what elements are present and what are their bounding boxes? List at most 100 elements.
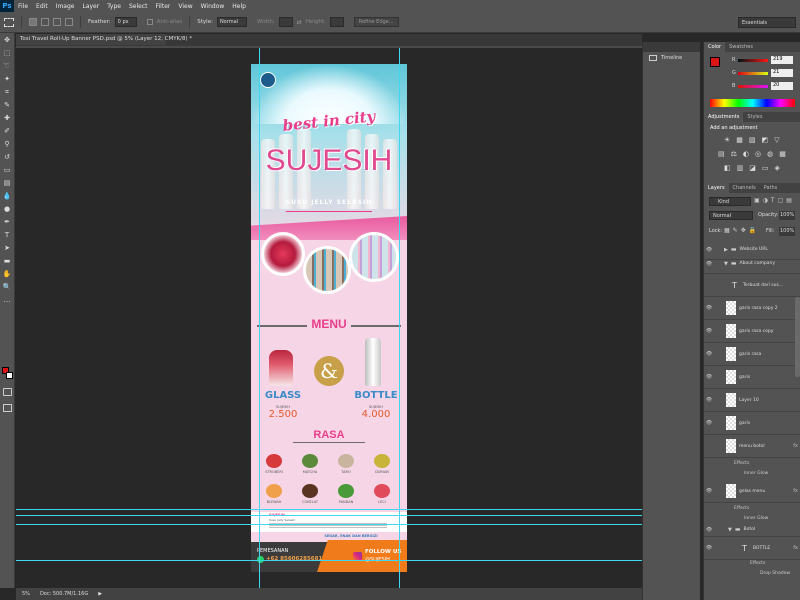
lock-position-icon[interactable]: ✥ [741,227,746,234]
layer-name[interactable]: garis rasa copy 2 [739,306,778,311]
fill-input[interactable]: 100% [779,227,795,236]
pen-tool-icon[interactable]: ✒ [1,216,14,228]
crop-tool-icon[interactable]: ⌗ [1,86,14,98]
channel-mixer-icon[interactable]: ◍ [767,150,773,158]
effect-row[interactable]: Inner Glow [744,513,768,523]
zoom-tool-icon[interactable]: 🔍 [1,281,14,293]
magic-wand-icon[interactable]: ✦ [1,73,14,85]
layer-row[interactable]: 👁 garis rasa copy 2 [704,297,800,320]
lock-transparent-icon[interactable]: ▦ [724,227,730,234]
filter-adjust-icon[interactable]: ◑ [763,197,768,204]
g-value[interactable]: 21 [771,69,793,77]
dodge-tool-icon[interactable]: ● [1,203,14,215]
color-spectrum[interactable] [710,99,795,107]
eraser-icon[interactable]: ▭ [1,164,14,176]
brush-tool-icon[interactable]: ✐ [1,125,14,137]
layer-row[interactable]: 👁 gelas menu fx [704,480,800,503]
type-tool-icon[interactable]: T [1,229,14,241]
menu-help[interactable]: Help [228,3,250,10]
color-fg-swatch[interactable] [710,57,720,67]
canvas-area[interactable]: best in city SUJESIH SUSU JELLY SELASIH … [16,48,642,588]
blend-mode-select[interactable]: Normal [709,211,753,220]
guide-horizontal[interactable] [16,524,642,525]
clone-stamp-icon[interactable]: ⚲ [1,138,14,150]
document-tab[interactable]: Tosi Travel Roll-Up Banner PSD.psd @ 5% … [16,34,192,45]
tab-channels[interactable]: Channels [729,183,760,193]
effects-row[interactable]: Effects [734,458,749,468]
r-slider[interactable] [738,59,768,62]
new-selection-icon[interactable] [29,18,37,26]
fx-icon[interactable]: fx [793,488,798,494]
layer-name[interactable]: Botol [744,527,756,532]
lock-image-icon[interactable]: ✎ [733,227,738,234]
tab-layers[interactable]: Layers [704,183,729,193]
eye-icon[interactable]: 👁 [704,247,714,253]
b-value[interactable]: 20 [771,82,793,90]
filter-pixel-icon[interactable]: ▣ [754,197,760,204]
menu-image[interactable]: Image [52,3,79,10]
brightness-icon[interactable]: ☀ [724,136,730,144]
healing-brush-icon[interactable]: ✚ [1,112,14,124]
menu-view[interactable]: View [174,3,196,10]
photo-filter-icon[interactable]: ◎ [755,150,761,158]
lasso-tool-icon[interactable]: ➰ [1,60,14,72]
shape-tool-icon[interactable]: ▬ [1,255,14,267]
background-color-swatch[interactable] [6,372,13,379]
eye-icon[interactable]: 👁 [704,527,714,533]
lock-all-icon[interactable]: 🔒 [749,227,756,234]
zoom-level[interactable]: 5% [22,591,30,597]
eye-icon[interactable]: 👁 [704,305,714,311]
layer-name[interactable]: Website URL [740,247,768,252]
layer-name[interactable]: garis [739,421,750,426]
filter-shape-icon[interactable]: ▢ [778,197,784,204]
g-slider[interactable] [738,72,768,75]
filter-smart-icon[interactable]: ▤ [786,197,792,204]
eyedropper-icon[interactable]: ✎ [1,99,14,111]
width-input[interactable] [278,17,293,27]
layer-row[interactable]: 👁 ▼ ▬ Botol [704,523,800,537]
effect-row[interactable]: Inner Glow [744,468,768,478]
intersect-selection-icon[interactable] [65,18,73,26]
layer-row[interactable]: menu botol fx [704,435,800,458]
layer-row[interactable]: 👁 garis [704,366,800,389]
posterize-icon[interactable]: ▥ [737,164,744,172]
eye-icon[interactable]: 👁 [704,488,714,494]
feather-input[interactable]: 0 px [114,17,137,27]
menu-edit[interactable]: Edit [32,3,52,10]
height-input[interactable] [329,17,344,27]
eye-icon[interactable]: 👁 [704,328,714,334]
guide-horizontal[interactable] [16,509,642,510]
gradient-icon[interactable]: ▤ [1,177,14,189]
guide-horizontal[interactable] [16,560,642,561]
menu-layer[interactable]: Layer [78,3,103,10]
fx-icon[interactable]: fx [793,545,798,551]
banner-artboard[interactable]: best in city SUJESIH SUSU JELLY SELASIH … [251,64,407,572]
b-slider[interactable] [738,85,768,88]
marquee-tool-icon[interactable] [4,17,14,27]
antialias-checkbox[interactable] [146,19,153,25]
tab-paths[interactable]: Paths [760,183,782,193]
menu-type[interactable]: Type [103,3,125,10]
history-brush-icon[interactable]: ↺ [1,151,14,163]
exposure-icon[interactable]: ◩ [762,136,769,144]
bw-icon[interactable]: ◐ [743,150,749,158]
selective-color-icon[interactable]: ◈ [775,164,780,172]
layer-row[interactable]: 👁 T BOTTLE fx [704,537,800,560]
workspace-select[interactable]: Essentials [738,17,796,28]
add-selection-icon[interactable] [41,18,49,26]
layers-scrollbar[interactable] [795,297,800,377]
layer-name[interactable]: garis [739,375,750,380]
filter-type-icon[interactable]: T [771,197,775,204]
layer-row[interactable]: 👁 Layer 10 [704,389,800,412]
hue-icon[interactable]: ▤ [718,150,725,158]
effect-row[interactable]: Drop Shadow [760,568,790,578]
doc-info[interactable]: Doc: 500.7M/1.16G [40,591,88,597]
invert-icon[interactable]: ◧ [724,164,731,172]
layer-name[interactable]: About company [740,261,775,266]
move-tool-icon[interactable]: ✥ [1,34,14,46]
layer-name[interactable]: garis rasa [739,352,761,357]
eye-icon[interactable]: 👁 [704,261,714,267]
layer-name[interactable]: garis rasa copy [739,329,773,334]
quick-mask-icon[interactable] [3,388,12,396]
effects-row[interactable]: Effects [734,503,749,513]
